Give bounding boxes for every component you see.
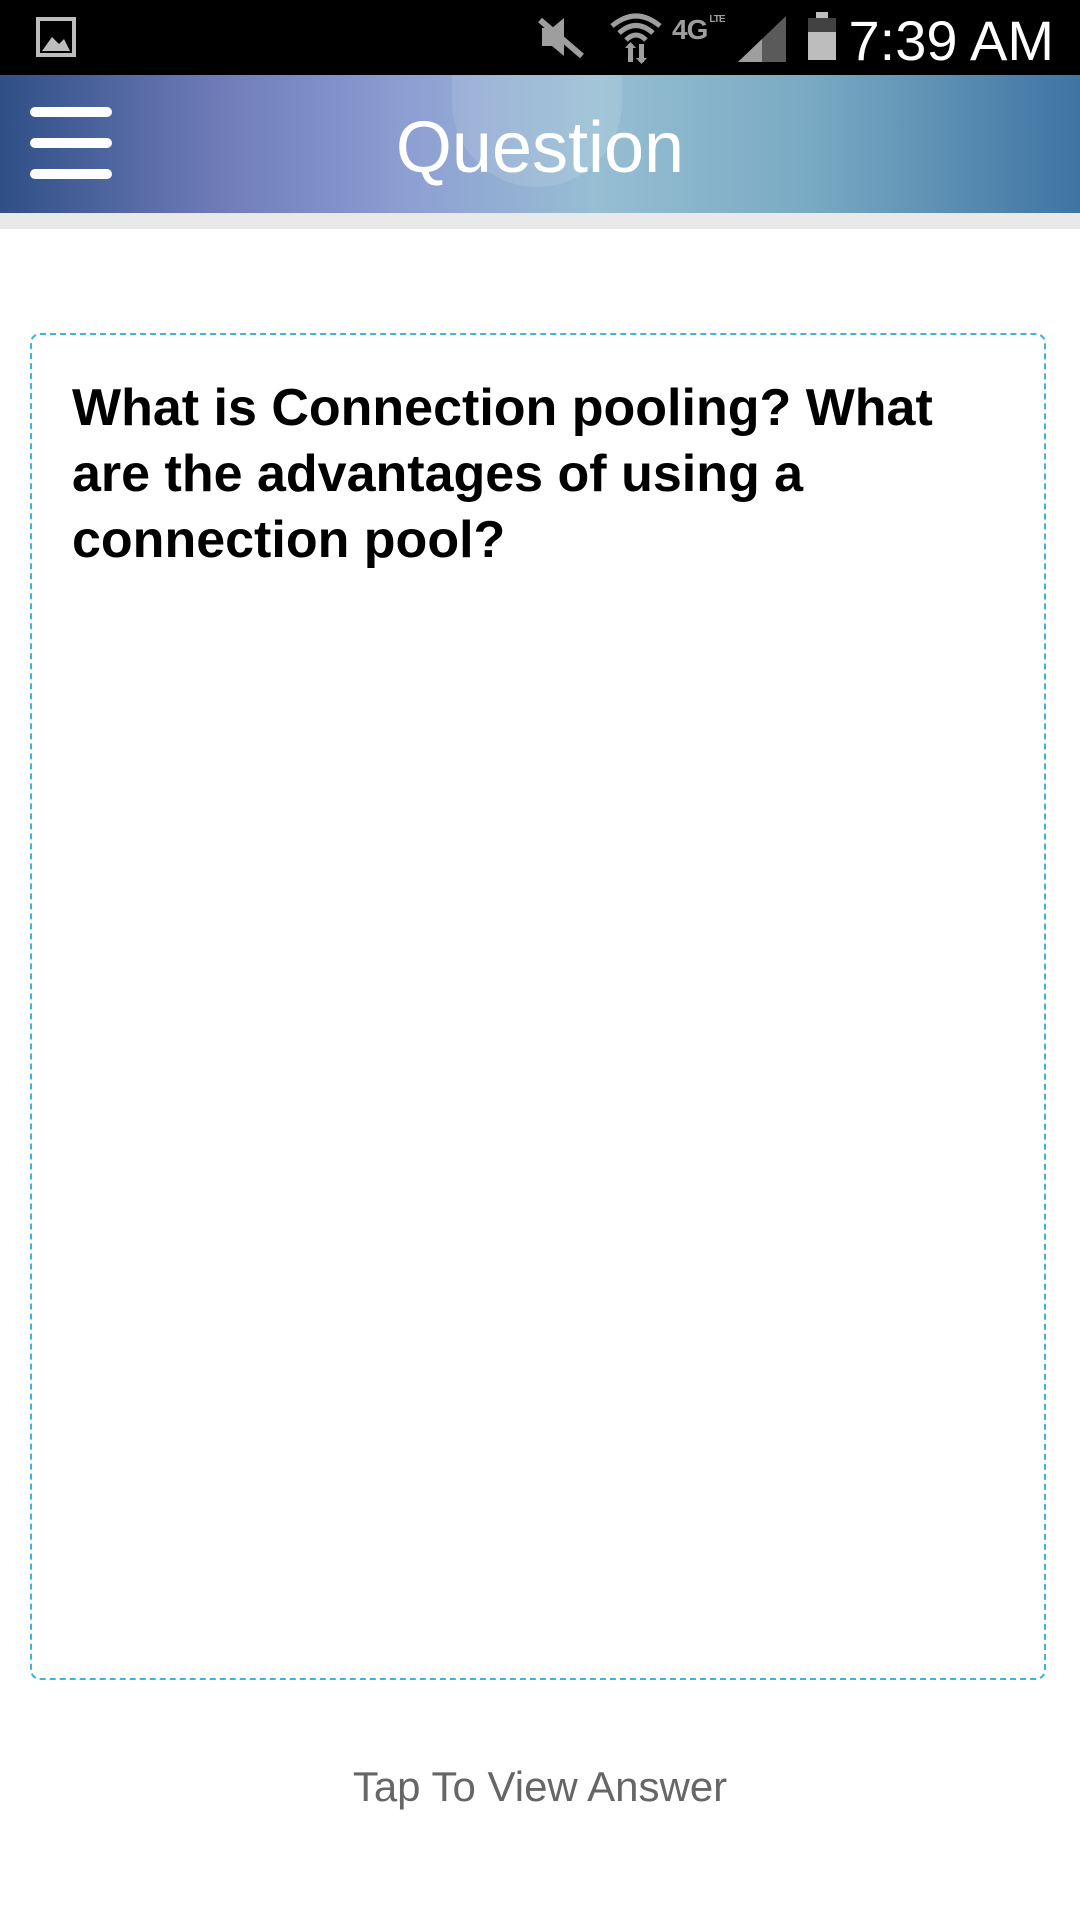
battery-icon bbox=[806, 12, 838, 62]
app-bar: Question bbox=[0, 75, 1080, 213]
mute-icon bbox=[536, 14, 586, 60]
status-bar: 4G LTE 7:39 AM bbox=[0, 0, 1080, 75]
network-subtype-text: LTE bbox=[709, 14, 725, 25]
tap-to-view-answer-button[interactable]: Tap To View Answer bbox=[0, 1763, 1080, 1811]
gallery-icon bbox=[36, 17, 76, 57]
page-title: Question bbox=[395, 108, 685, 188]
question-card[interactable]: What is Connection pooling? What are the… bbox=[30, 333, 1046, 1680]
network-type-text: 4G bbox=[672, 14, 708, 45]
screen: 4G LTE 7:39 AM Question What is Connecti… bbox=[0, 0, 1080, 1920]
signal-icon bbox=[736, 14, 788, 62]
question-text: What is Connection pooling? What are the… bbox=[72, 379, 933, 569]
network-type-label: 4G LTE bbox=[672, 14, 726, 46]
status-time: 7:39 AM bbox=[848, 9, 1054, 72]
wifi-icon bbox=[608, 10, 664, 64]
app-bar-divider bbox=[0, 213, 1080, 229]
